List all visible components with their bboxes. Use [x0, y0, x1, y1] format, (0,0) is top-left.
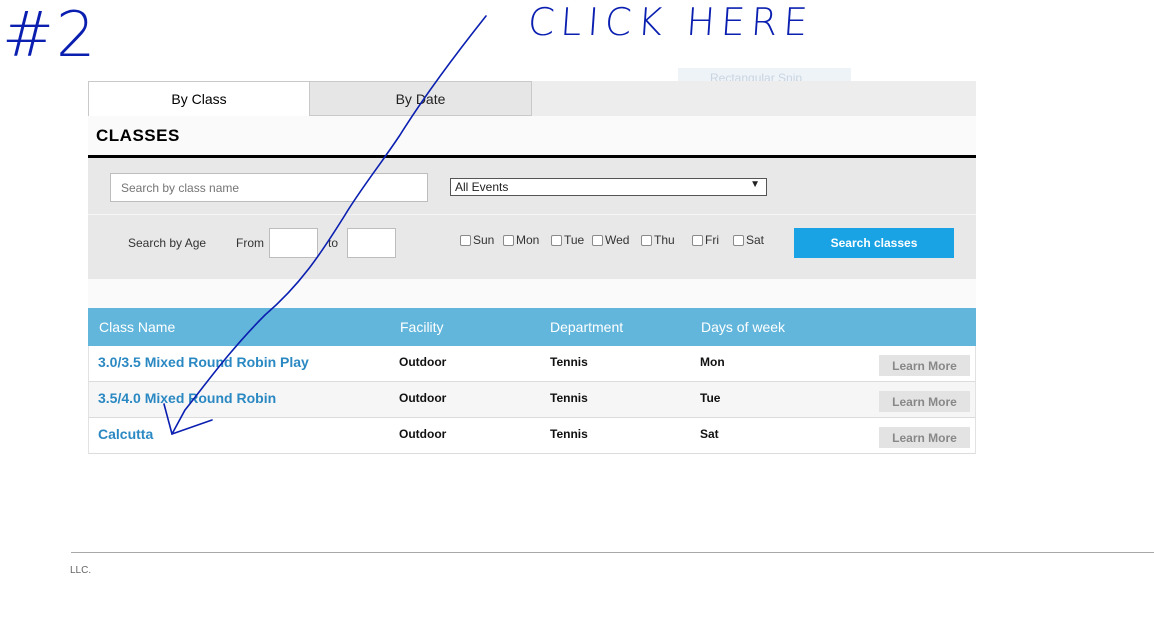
facility-cell: Outdoor: [399, 427, 447, 441]
days-cell: Tue: [700, 391, 721, 405]
tab-by-class[interactable]: By Class: [88, 81, 310, 116]
age-to-input[interactable]: [347, 228, 396, 258]
to-label: to: [328, 236, 339, 250]
class-name-link[interactable]: 3.0/3.5 Mixed Round Robin Play: [98, 354, 309, 370]
days-cell: Sat: [700, 427, 719, 441]
class-search-widget: By Class By Date CLASSES All Events ▼ Se…: [88, 81, 976, 454]
header-department: Department: [550, 319, 624, 335]
event-select-value: All Events: [455, 180, 509, 194]
class-name-link[interactable]: 3.5/4.0 Mixed Round Robin: [98, 390, 276, 406]
table-row: Calcutta Outdoor Tennis Sat Learn More: [88, 418, 976, 454]
table-row: 3.0/3.5 Mixed Round Robin Play Outdoor T…: [88, 346, 976, 382]
filter-row-age-days: Search by Age From to Sun Mon Tue Wed Th…: [88, 215, 976, 279]
class-name-search-input[interactable]: [110, 173, 428, 202]
department-cell: Tennis: [550, 355, 588, 369]
learn-more-button[interactable]: Learn More: [879, 427, 970, 448]
checkbox-icon: [592, 234, 603, 246]
facility-cell: Outdoor: [399, 391, 447, 405]
table-header: Class Name Facility Department Days of w…: [88, 308, 976, 346]
page-title: CLASSES: [88, 116, 976, 158]
view-tabs: By Class By Date: [88, 81, 976, 116]
footer-text: LLC.: [70, 565, 92, 576]
header-days-of-week: Days of week: [701, 319, 786, 335]
annotation-step-number: #2: [2, 0, 98, 71]
checkbox-icon: [692, 234, 703, 246]
department-cell: Tennis: [550, 427, 588, 441]
spacer-band: [88, 279, 976, 308]
day-checkbox-sat[interactable]: Sat: [733, 233, 764, 247]
checkbox-icon: [733, 234, 744, 246]
header-class-name: Class Name: [99, 319, 176, 335]
day-checkbox-sun[interactable]: Sun: [460, 233, 494, 247]
age-from-input[interactable]: [269, 228, 318, 258]
learn-more-button[interactable]: Learn More: [879, 355, 970, 376]
class-name-link[interactable]: Calcutta: [98, 426, 153, 442]
checkbox-icon: [641, 234, 652, 246]
dropdown-arrow-icon: ▼: [750, 179, 760, 190]
footer-divider: [71, 552, 1154, 553]
search-classes-button[interactable]: Search classes: [794, 228, 954, 258]
day-checkbox-mon[interactable]: Mon: [503, 233, 539, 247]
age-label: Search by Age: [128, 236, 207, 250]
day-checkbox-thu[interactable]: Thu: [641, 233, 675, 247]
checkbox-icon: [503, 234, 514, 246]
day-checkbox-wed[interactable]: Wed: [592, 233, 629, 247]
table-row: 3.5/4.0 Mixed Round Robin Outdoor Tennis…: [88, 382, 976, 418]
from-label: From: [236, 236, 264, 250]
header-facility: Facility: [400, 319, 444, 335]
day-checkbox-fri[interactable]: Fri: [692, 233, 719, 247]
checkbox-icon: [460, 234, 471, 246]
days-cell: Mon: [700, 355, 725, 369]
facility-cell: Outdoor: [399, 355, 447, 369]
event-select[interactable]: All Events ▼: [450, 178, 767, 196]
department-cell: Tennis: [550, 391, 588, 405]
annotation-instruction: CLICK HERE: [526, 0, 815, 44]
checkbox-icon: [551, 234, 562, 246]
filter-row-search: All Events ▼: [88, 158, 976, 215]
tab-by-date[interactable]: By Date: [309, 81, 532, 116]
day-checkbox-tue[interactable]: Tue: [551, 233, 584, 247]
learn-more-button[interactable]: Learn More: [879, 391, 970, 412]
